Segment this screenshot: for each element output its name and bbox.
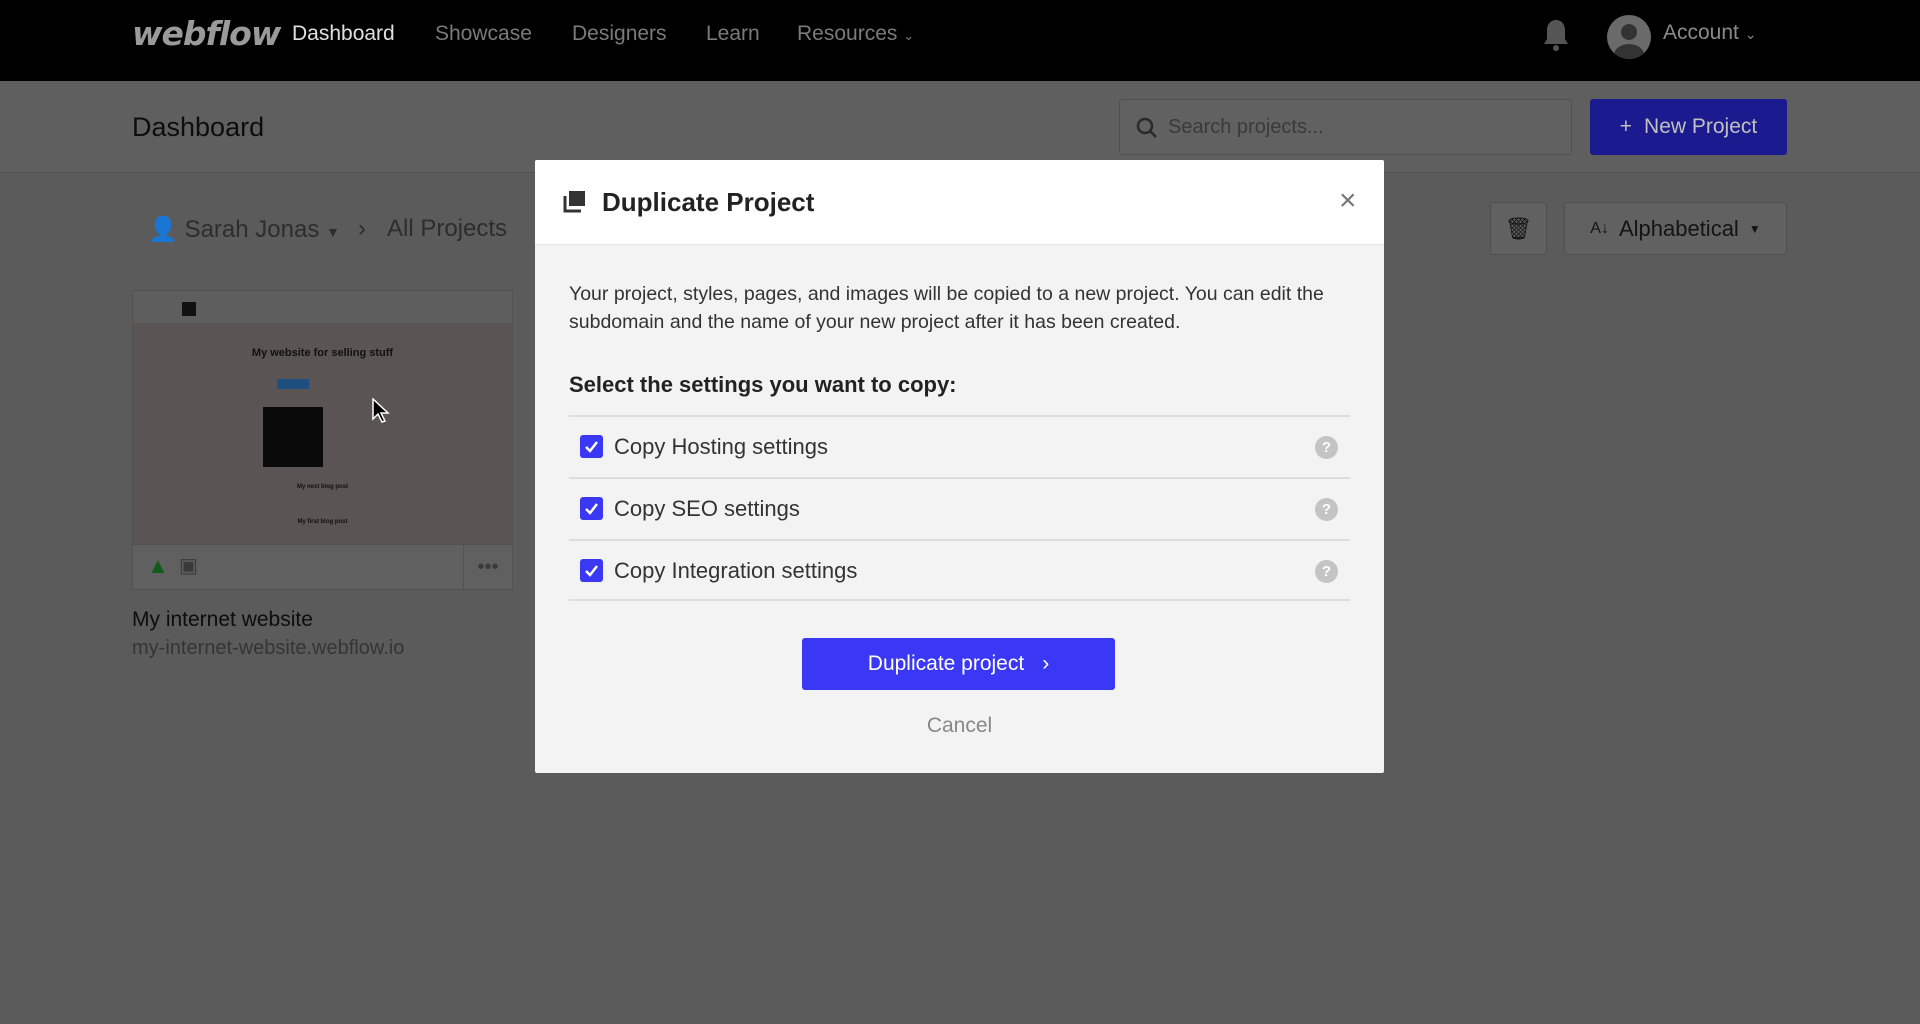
project-thumbnail[interactable]: My website for selling stuff My next blo… [133, 291, 512, 544]
card-footer: ▲ ▣ ••• [133, 544, 512, 589]
checkmark-icon [585, 441, 598, 453]
chevron-down-icon: ⌄ [1744, 26, 1757, 42]
chevron-right-icon: › [1042, 652, 1050, 675]
thumbnail-button [277, 379, 309, 389]
page-title: Dashboard [132, 112, 265, 142]
more-options-button[interactable]: ••• [463, 545, 512, 589]
modal-title: Duplicate Project [602, 187, 815, 217]
checkbox-integration[interactable] [580, 559, 603, 582]
thumbnail-navbar [133, 291, 512, 323]
search-input[interactable]: Search projects... [1119, 99, 1572, 155]
help-icon[interactable]: ? [1315, 498, 1338, 521]
thumbnail-image [263, 407, 323, 467]
chevron-down-icon: ⌄ [903, 28, 915, 43]
nav-learn[interactable]: Learn [706, 22, 760, 46]
checkbox-hosting[interactable] [580, 435, 603, 458]
search-placeholder: Search projects... [1168, 116, 1324, 138]
thumbnail-post: My next blog post [297, 484, 348, 490]
account-label: Account [1663, 21, 1739, 44]
checkmark-icon [585, 565, 598, 577]
duplicate-label: Duplicate project [867, 652, 1025, 675]
duplicate-icon [563, 191, 585, 213]
rocket-icon[interactable]: ▲ [147, 553, 169, 579]
trash-button[interactable]: 🗑 [1490, 202, 1547, 255]
search-icon [1136, 117, 1157, 138]
duplicate-project-button[interactable]: Duplicate project › [802, 638, 1115, 690]
option-label: Copy Hosting settings [614, 434, 828, 459]
option-integration[interactable]: Copy Integration settings ? [569, 539, 1350, 601]
store-icon[interactable]: ▣ [179, 553, 198, 578]
checkbox-seo[interactable] [580, 497, 603, 520]
modal-description: Your project, styles, pages, and images … [569, 283, 1324, 333]
nav-showcase[interactable]: Showcase [435, 22, 532, 46]
sort-az-icon: A↓ [1590, 219, 1609, 237]
thumbnail-heading: My website for selling stuff [251, 347, 394, 359]
caret-down-icon: ▼ [326, 224, 340, 240]
trash-icon: 🗑 [1504, 215, 1533, 241]
option-seo[interactable]: Copy SEO settings ? [569, 477, 1350, 539]
project-url[interactable]: my-internet-website.webflow.io [132, 637, 404, 660]
duplicate-project-modal: Duplicate Project × Your project, styles… [535, 160, 1384, 773]
checkmark-icon [585, 503, 598, 515]
nav-resources-label: Resources [797, 22, 898, 45]
nav-designers[interactable]: Designers [572, 22, 667, 46]
caret-down-icon: ▼ [1748, 221, 1761, 236]
plus-icon: + [1619, 115, 1633, 138]
help-icon[interactable]: ? [1315, 436, 1338, 459]
close-icon[interactable]: × [1339, 184, 1357, 218]
sort-dropdown[interactable]: A↓ Alphabetical ▼ [1564, 202, 1787, 255]
cancel-button[interactable]: Cancel [535, 714, 1384, 738]
nav-dashboard[interactable]: Dashboard [292, 22, 395, 46]
help-icon[interactable]: ? [1315, 560, 1338, 583]
top-nav: webflow Dashboard Showcase Designers Lea… [0, 0, 1920, 81]
project-title[interactable]: My internet website [132, 608, 313, 632]
new-project-button[interactable]: + New Project [1590, 99, 1787, 155]
thumbnail-post: My first blog post [297, 519, 348, 525]
avatar[interactable] [1607, 15, 1651, 59]
option-label: Copy Integration settings [614, 558, 858, 583]
breadcrumb-all-projects[interactable]: All Projects [387, 215, 507, 243]
new-project-label: New Project [1644, 115, 1758, 138]
user-icon: 👤 [148, 216, 178, 243]
sort-label: Alphabetical [1618, 215, 1739, 241]
option-label: Copy SEO settings [614, 496, 800, 521]
settings-heading: Select the settings you want to copy: [569, 372, 957, 397]
user-name: Sarah Jonas [184, 216, 320, 243]
option-hosting[interactable]: Copy Hosting settings ? [569, 415, 1350, 477]
bell-icon[interactable] [1542, 18, 1570, 52]
nav-resources[interactable]: Resources ⌄ [797, 22, 914, 46]
thumbnail-logo [182, 302, 196, 316]
account-menu[interactable]: Account ⌄ [1663, 21, 1756, 45]
project-card[interactable]: My website for selling stuff My next blo… [132, 290, 513, 590]
user-selector[interactable]: 👤 Sarah Jonas ▼ [148, 215, 340, 244]
webflow-logo[interactable]: webflow [132, 14, 281, 53]
modal-header: Duplicate Project × [535, 160, 1384, 245]
breadcrumb-separator-icon: › [358, 215, 366, 242]
